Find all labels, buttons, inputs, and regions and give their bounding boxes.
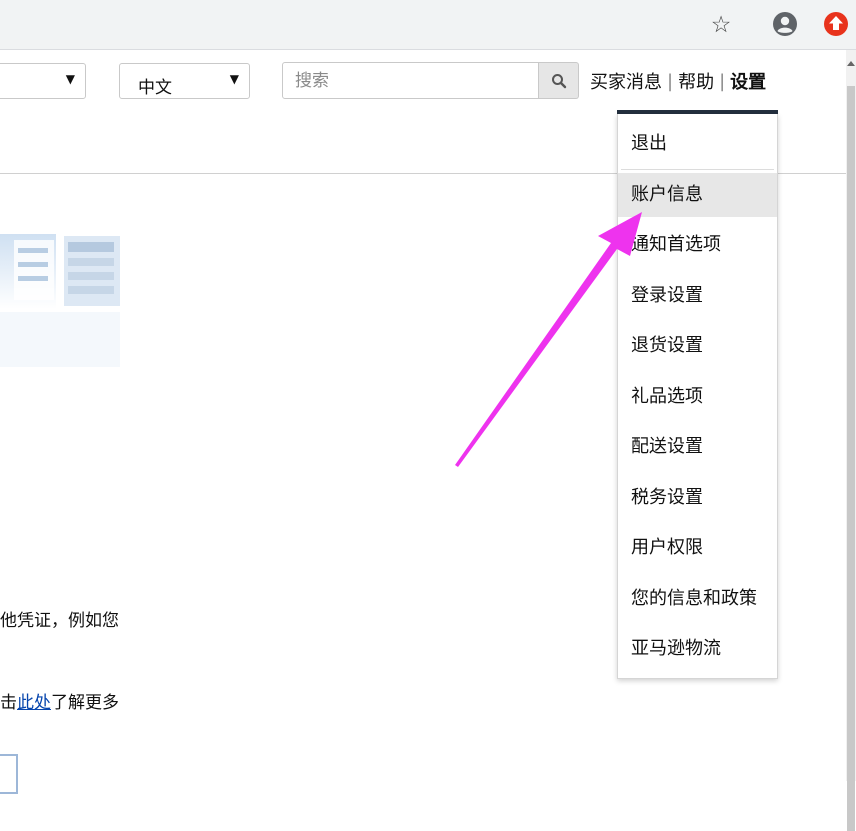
learn-more-link[interactable]: 此处	[17, 693, 51, 713]
help-link[interactable]: 帮助	[678, 68, 714, 94]
search-input[interactable]	[282, 62, 539, 99]
settings-dropdown-menu: 退出 账户信息 通知首选项 登录设置 退货设置 礼品选项 配送设置 税务设置 用…	[617, 114, 778, 679]
menu-item-user-permissions[interactable]: 用户权限	[618, 526, 777, 570]
scroll-up-arrow-icon[interactable]	[846, 54, 856, 66]
language-select-value: 中文	[138, 78, 172, 98]
marketplace-select[interactable]: ▼	[0, 63, 86, 99]
browser-toolbar: ☆	[0, 0, 856, 50]
search-button[interactable]	[539, 62, 579, 99]
menu-item-account-info[interactable]: 账户信息	[618, 173, 777, 217]
dropdown-arrow-icon: ▼	[65, 72, 75, 86]
menu-divider	[621, 169, 774, 170]
language-select[interactable]: 中文 ▼	[119, 63, 250, 99]
body-text-suffix: 了解更多	[51, 693, 119, 713]
header-links: 买家消息 | 帮助 | 设置	[590, 68, 766, 94]
body-text-prefix: 击	[0, 693, 17, 713]
decorative-illustration	[0, 234, 126, 374]
link-separator: |	[719, 70, 726, 92]
body-text-line: 击此处了解更多	[0, 688, 119, 713]
dropdown-arrow-icon: ▼	[229, 72, 239, 86]
body-text-line: 他凭证，例如您	[0, 611, 119, 631]
settings-link[interactable]: 设置	[730, 68, 766, 94]
extension-icon[interactable]	[822, 10, 850, 38]
page-scrollbar[interactable]	[846, 50, 856, 831]
search-icon	[552, 74, 567, 89]
scrollbar-thumb[interactable]	[847, 86, 855, 831]
menu-item-gift-options[interactable]: 礼品选项	[618, 375, 777, 419]
menu-item-shipping-settings[interactable]: 配送设置	[618, 425, 777, 469]
buyer-messages-link[interactable]: 买家消息	[590, 68, 662, 94]
annotation-arrow-shape	[455, 212, 642, 467]
menu-item-fba[interactable]: 亚马逊物流	[618, 627, 777, 671]
content-box-edge	[0, 754, 18, 794]
account-icon[interactable]	[771, 10, 799, 38]
menu-item-logout[interactable]: 退出	[618, 122, 777, 166]
menu-item-info-and-policies[interactable]: 您的信息和政策	[618, 577, 777, 621]
link-separator: |	[667, 70, 674, 92]
menu-item-notification-preferences[interactable]: 通知首选项	[618, 223, 777, 267]
menu-item-login-settings[interactable]: 登录设置	[618, 274, 777, 318]
menu-item-tax-settings[interactable]: 税务设置	[618, 476, 777, 520]
star-icon[interactable]: ☆	[706, 10, 736, 40]
menu-item-return-settings[interactable]: 退货设置	[618, 324, 777, 368]
